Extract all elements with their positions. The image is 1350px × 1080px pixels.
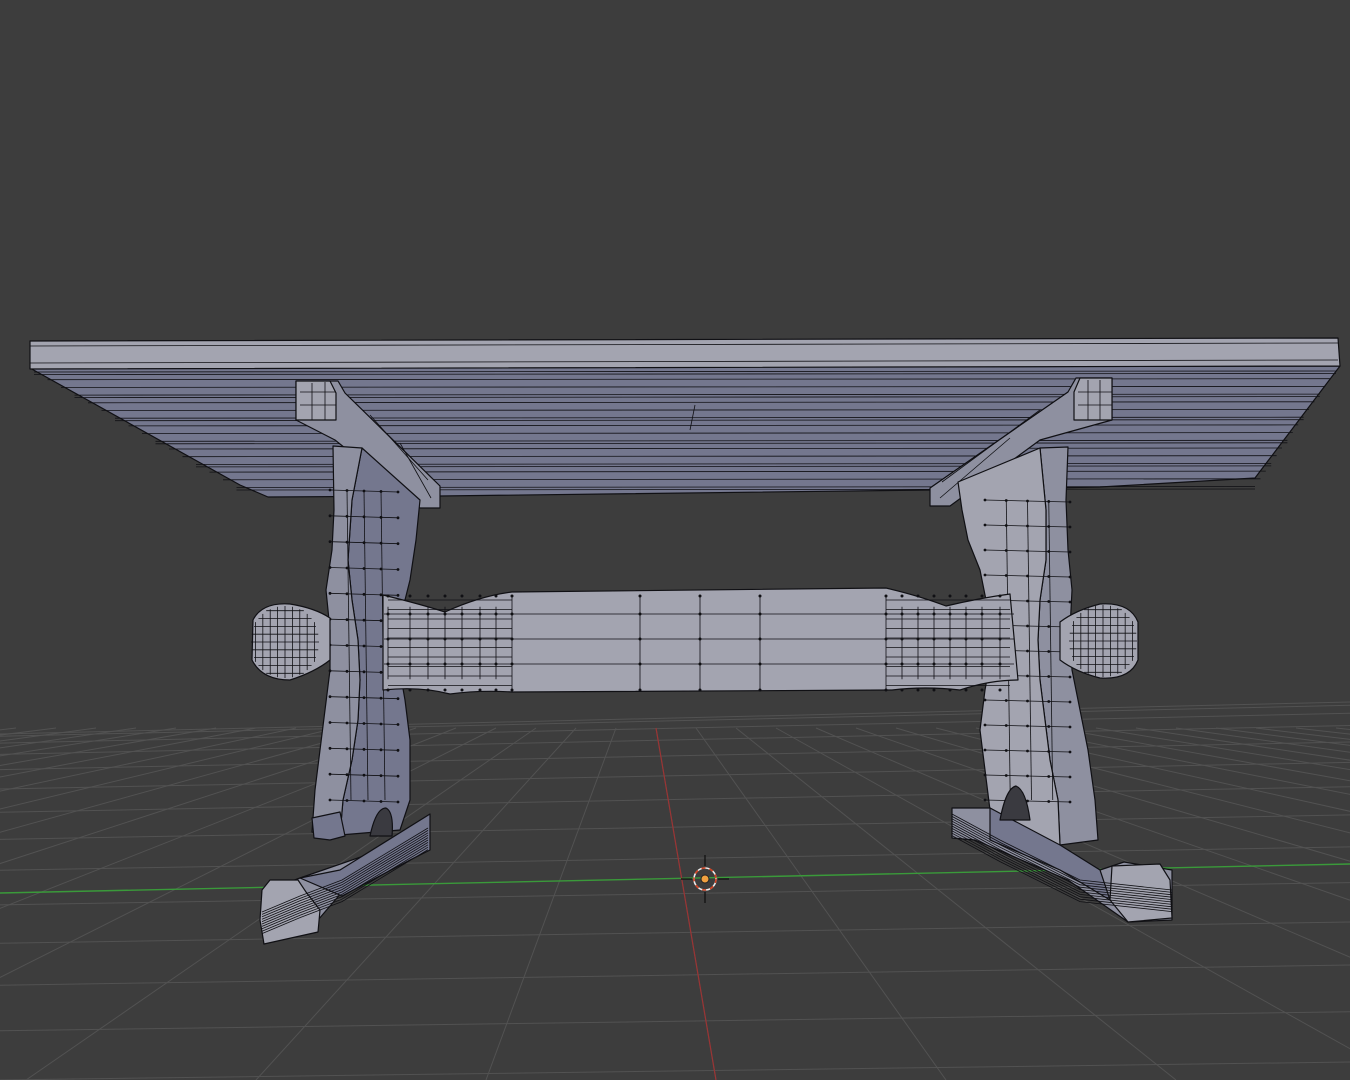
viewport-canvas[interactable] [0, 0, 1350, 1080]
y-axis-line [655, 727, 717, 1080]
left-wedge-knob [251, 603, 331, 681]
table-mesh[interactable] [29, 337, 1341, 945]
origin-icon [700, 874, 710, 884]
tabletop-edge [29, 337, 1341, 370]
tabletop-underside [29, 365, 1341, 498]
right-wedge-knob [1059, 603, 1139, 679]
stretcher-beam [382, 587, 1019, 695]
3d-viewport[interactable] [0, 0, 1350, 1080]
